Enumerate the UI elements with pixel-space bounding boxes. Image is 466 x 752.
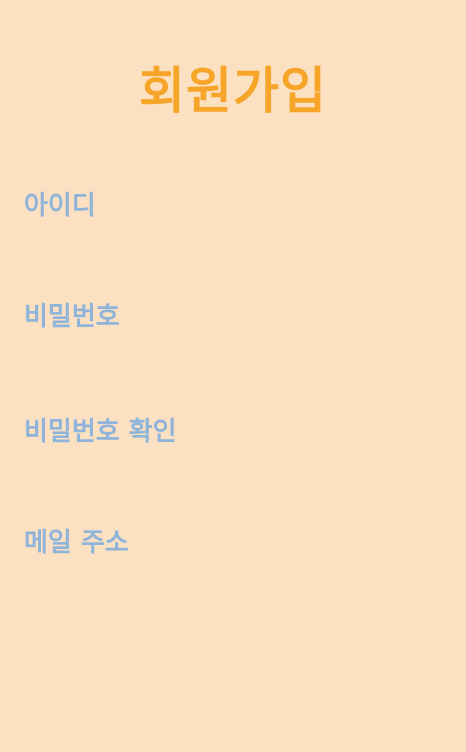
id-label: 아이디	[24, 191, 96, 221]
password-label: 비밀번호	[24, 302, 120, 332]
password-confirm-label: 비밀번호 확인	[24, 417, 177, 447]
email-label: 메일 주소	[24, 528, 129, 558]
page-title: 회원가입	[139, 62, 327, 120]
